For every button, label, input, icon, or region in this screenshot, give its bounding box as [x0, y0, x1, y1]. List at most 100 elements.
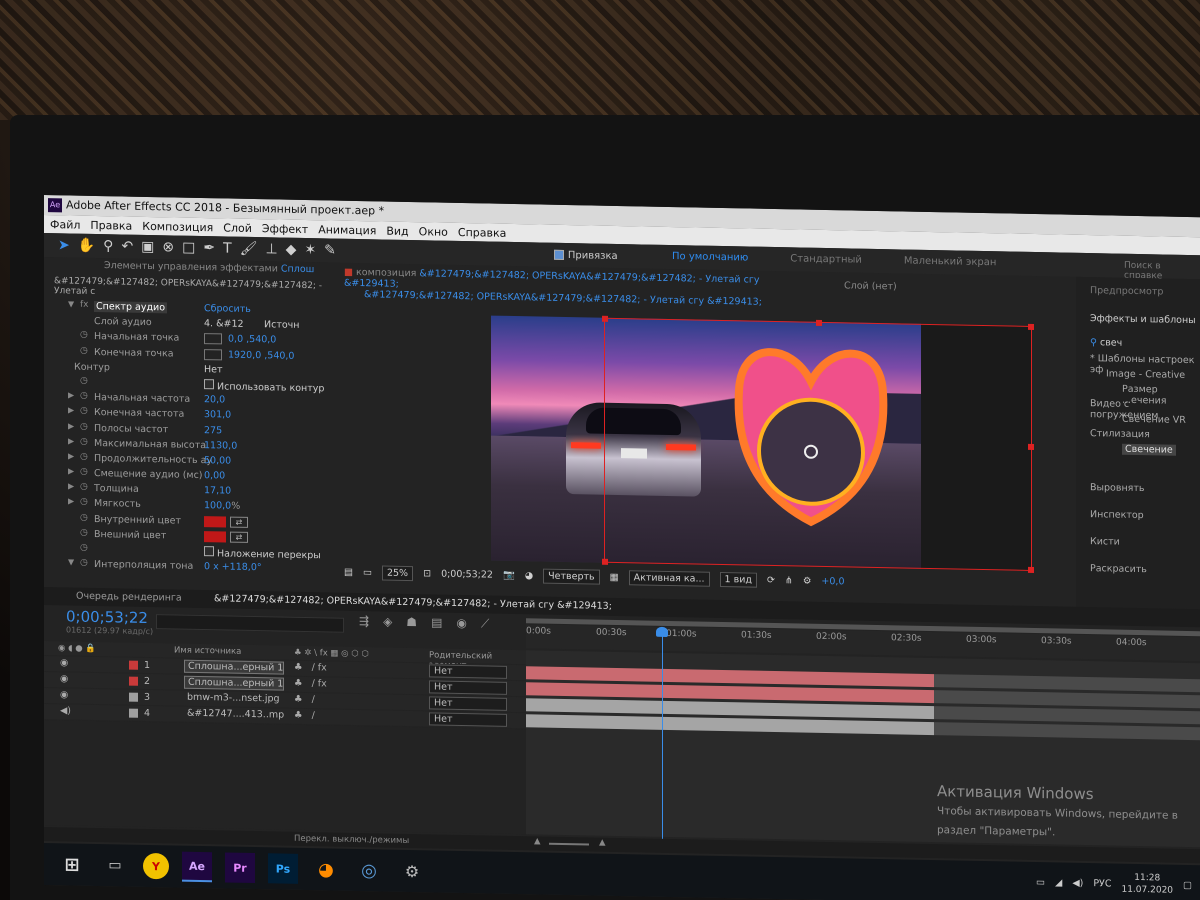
label-color[interactable]	[129, 692, 138, 702]
checkbox[interactable]	[204, 379, 214, 390]
comp-flowchart-icon[interactable]: ⇶	[359, 614, 369, 629]
transform-handle[interactable]	[1028, 443, 1034, 451]
eraser-tool-icon[interactable]: ◆	[286, 242, 297, 258]
tree-item-stylize[interactable]: Стилизация	[1090, 428, 1150, 440]
stopwatch-icon[interactable]: ◷	[80, 330, 88, 340]
views-select[interactable]: 1 вид	[719, 571, 757, 588]
audio-offset-value[interactable]: 0,00	[204, 470, 225, 481]
resolution-select[interactable]: Четверть	[543, 568, 600, 585]
speaker-icon[interactable]: ◀)	[60, 705, 71, 716]
label-color[interactable]	[129, 676, 138, 686]
hue-interpolation-value[interactable]: 0 x +118,0°	[204, 561, 262, 573]
layer-name[interactable]: bmw-m3-...nset.jpg	[184, 692, 284, 707]
expand-triangle-icon[interactable]: ▶	[68, 451, 74, 460]
layer-name[interactable]: &#12747....413..mp3	[184, 708, 284, 723]
rectangle-tool-icon[interactable]: □	[182, 240, 195, 256]
transform-handle[interactable]	[602, 315, 608, 322]
color-management-icon[interactable]: ⚙	[803, 575, 812, 586]
roto-brush-tool-icon[interactable]: ✶	[304, 242, 316, 258]
fit-icon[interactable]: ⊡	[423, 568, 431, 579]
layer-switches-icon[interactable]: ♣ / fx	[294, 678, 327, 690]
max-height-value[interactable]: 1130,0	[204, 440, 237, 452]
camera-tool-icon[interactable]: ▣	[141, 239, 154, 255]
transform-handle[interactable]	[1028, 323, 1034, 331]
expand-triangle-icon[interactable]: ▶	[68, 436, 74, 445]
preview-panel-tab[interactable]: Предпросмотр	[1090, 285, 1163, 297]
audio-source-select[interactable]: Источн	[264, 319, 300, 331]
source-name-header[interactable]: Имя источника	[174, 645, 241, 656]
parent-select[interactable]: Нет	[429, 712, 507, 727]
start-point-text[interactable]: 0,0 ,540,0	[228, 334, 276, 346]
collapse-triangle-icon[interactable]: ▼	[68, 558, 74, 567]
type-tool-icon[interactable]: T	[223, 240, 232, 256]
flowchart-icon[interactable]: ⋔	[785, 575, 793, 586]
brush-tool-icon[interactable]: 🖌	[240, 241, 258, 257]
layer-switches-icon[interactable]: ♣ /	[294, 694, 315, 705]
crosshair-icon[interactable]	[204, 348, 222, 360]
3d-renderer-icon[interactable]: ⟳	[767, 574, 775, 585]
toggle-switches-modes-button[interactable]: Перекл. выключ./режимы	[294, 834, 409, 846]
timeline-zoom-slider[interactable]	[549, 842, 589, 846]
zoom-out-icon[interactable]: ▲	[534, 836, 541, 846]
layer-name[interactable]: Сплошна...ерный 1	[184, 675, 284, 691]
audio-duration-value[interactable]: 50,00	[204, 455, 231, 467]
timeline-search-input[interactable]	[156, 614, 344, 633]
stopwatch-icon[interactable]: ◷	[80, 406, 88, 416]
fx-icon[interactable]: fx	[80, 300, 89, 310]
parent-select[interactable]: Нет	[429, 696, 507, 711]
expand-triangle-icon[interactable]: ▶	[68, 406, 74, 415]
composition-breadcrumb[interactable]: &#127479;&#127482; OPERsKAYA&#127479;&#1…	[364, 289, 762, 308]
stopwatch-icon[interactable]: ◷	[80, 391, 88, 401]
motion-blur-icon[interactable]: ◉	[456, 616, 466, 631]
draft-3d-icon[interactable]: ◈	[383, 615, 392, 630]
tree-item-glow[interactable]: Свечение	[1122, 443, 1176, 456]
layer-bounding-box[interactable]	[602, 315, 1034, 574]
inspector-panel-tab[interactable]: Инспектор	[1090, 509, 1144, 521]
steam-icon[interactable]: ⚙	[397, 856, 427, 887]
end-point-value[interactable]: 1920,0 ,540,0	[204, 348, 294, 361]
premiere-taskbar-icon[interactable]: Pr	[225, 852, 255, 884]
menu-animation[interactable]: Анимация	[318, 223, 376, 237]
task-view-icon[interactable]: ▭	[100, 850, 130, 881]
paint-panel-tab[interactable]: Раскрасить	[1090, 563, 1147, 575]
shy-layers-icon[interactable]: ☗	[406, 615, 417, 630]
pen-tool-icon[interactable]: ✒	[203, 240, 215, 256]
clock[interactable]: 11:28 11.07.2020	[1121, 872, 1173, 897]
align-panel-tab[interactable]: Выровнять	[1090, 482, 1145, 494]
transform-handle[interactable]	[1028, 566, 1034, 574]
tree-item-image-creative[interactable]: Image - Creative	[1106, 368, 1185, 381]
menu-view[interactable]: Вид	[386, 225, 408, 238]
thickness-value[interactable]: 17,10	[204, 485, 231, 497]
stopwatch-icon[interactable]: ◷	[80, 512, 88, 522]
graph-editor-icon[interactable]: ⟋	[481, 616, 489, 631]
parent-select[interactable]: Нет	[429, 680, 507, 695]
windows-start-icon[interactable]: ⊞	[57, 849, 87, 880]
eye-icon[interactable]: ◉	[60, 689, 68, 700]
stopwatch-icon[interactable]: ◷	[80, 376, 88, 386]
menu-help[interactable]: Справка	[458, 226, 506, 240]
end-frequency-value[interactable]: 301,0	[204, 409, 231, 421]
region-of-interest-icon[interactable]: ▤	[344, 566, 353, 577]
playhead-line[interactable]	[662, 628, 663, 839]
stopwatch-icon[interactable]: ◷	[80, 558, 88, 568]
snap-toggle[interactable]: Привязка	[553, 249, 618, 262]
end-point-text[interactable]: 1920,0 ,540,0	[228, 349, 294, 361]
workspace-standard[interactable]: Стандартный	[790, 253, 862, 265]
eye-icon[interactable]: ◉	[60, 673, 68, 684]
reset-button[interactable]: Сбросить	[204, 303, 251, 315]
menu-composition[interactable]: Композиция	[142, 220, 213, 234]
collapse-triangle-icon[interactable]: ▼	[68, 299, 74, 308]
menu-file[interactable]: Файл	[50, 218, 80, 232]
audio-layer-select[interactable]: 4. &#12	[204, 318, 244, 330]
workspace-default[interactable]: По умолчанию	[672, 251, 748, 263]
tree-item-vr-glow[interactable]: Свечение VR	[1122, 414, 1186, 426]
clone-stamp-tool-icon[interactable]: ⊥	[265, 241, 277, 257]
layer-switches-icon[interactable]: ♣ /	[294, 710, 315, 721]
browser-icon[interactable]: ◎	[354, 855, 384, 886]
battery-icon[interactable]: ▭	[1036, 877, 1045, 888]
expand-triangle-icon[interactable]: ▶	[68, 391, 74, 400]
snapshot-camera-icon[interactable]: 📷	[503, 569, 515, 580]
softness-value[interactable]: 100,0%	[204, 501, 240, 513]
eyedropper-icon[interactable]: ⇄	[230, 516, 248, 528]
firefox-icon[interactable]: ◕	[311, 854, 341, 885]
